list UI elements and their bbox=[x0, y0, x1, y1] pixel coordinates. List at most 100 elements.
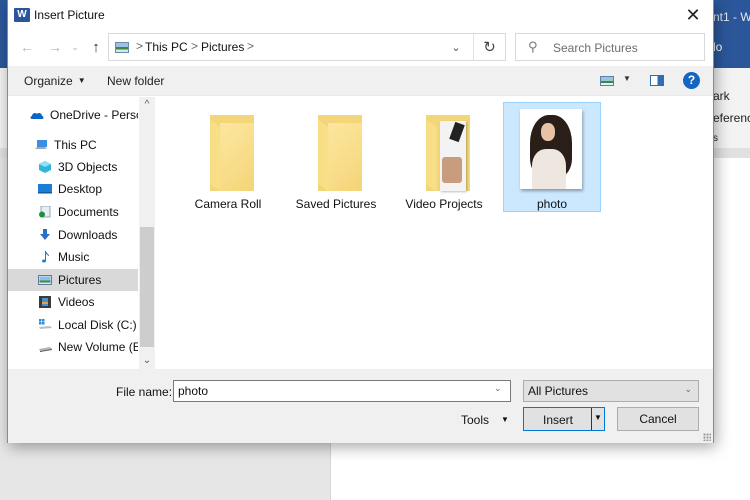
word-ribbon-fragment: eferenc bbox=[713, 111, 750, 125]
refresh-button[interactable]: ↻ bbox=[473, 34, 505, 60]
folder-icon bbox=[210, 115, 254, 191]
command-toolbar: Organize ▼ New folder ▼ ? bbox=[8, 66, 713, 96]
new-folder-button[interactable]: New folder bbox=[107, 74, 164, 88]
sidebar-item-label: Pictures bbox=[58, 273, 102, 287]
local-disk-icon bbox=[39, 319, 52, 329]
sidebar-item-documents[interactable]: Documents bbox=[8, 201, 138, 223]
file-item-label: Camera Roll bbox=[194, 197, 262, 211]
tools-button[interactable]: Tools ▼ bbox=[461, 413, 509, 427]
scrollbar-thumb[interactable] bbox=[140, 227, 154, 347]
view-options-caret-icon[interactable]: ▼ bbox=[623, 74, 631, 83]
sidebar-item-label: Downloads bbox=[58, 228, 118, 242]
sidebar-item-label: OneDrive - Personal bbox=[50, 108, 138, 122]
sidebar-item-label: Documents bbox=[58, 205, 119, 219]
sidebar-item-downloads[interactable]: Downloads bbox=[8, 224, 138, 246]
this-pc-icon bbox=[35, 140, 47, 149]
3d-objects-icon bbox=[39, 161, 51, 173]
split-divider bbox=[591, 408, 592, 430]
recent-locations-button[interactable]: ⌄ bbox=[68, 35, 82, 59]
breadcrumb-separator-icon[interactable]: > bbox=[247, 39, 254, 53]
search-icon: ⚲ bbox=[528, 39, 538, 54]
sidebar-scrollbar[interactable]: ^ ⌄ bbox=[139, 97, 155, 369]
word-ribbon-fragment: ark bbox=[713, 89, 730, 103]
address-history-dropdown[interactable]: ⌄ bbox=[441, 34, 471, 60]
folder-with-preview-icon bbox=[426, 115, 470, 191]
insert-button[interactable]: Insert ▼ bbox=[523, 407, 605, 431]
pictures-location-icon bbox=[115, 42, 129, 53]
word-tab-fragment: lo bbox=[713, 40, 723, 54]
navigation-bar: ← → ⌄ ↑ > This PC > Pictures > ⌄ ↻ ⚲ Sea… bbox=[8, 32, 713, 62]
breadcrumb-pictures[interactable]: Pictures bbox=[201, 40, 244, 54]
dialog-title: Insert Picture bbox=[34, 8, 105, 22]
up-button[interactable]: ↑ bbox=[86, 35, 106, 59]
documents-icon bbox=[39, 206, 51, 218]
pictures-icon bbox=[38, 275, 52, 285]
navigation-pane: OneDrive - Personal This PC 3D Objects D… bbox=[8, 97, 155, 369]
insert-options-caret-icon[interactable]: ▼ bbox=[594, 413, 602, 422]
sidebar-item-this-pc[interactable]: This PC bbox=[8, 134, 138, 156]
sidebar-item-label: Desktop bbox=[58, 182, 103, 196]
caret-down-icon: ▼ bbox=[77, 76, 86, 85]
file-item-photo[interactable]: photo bbox=[503, 102, 601, 212]
music-icon bbox=[42, 251, 49, 263]
arrow-up-icon: ↑ bbox=[92, 38, 100, 56]
insert-picture-dialog: W Insert Picture ✕ ← → ⌄ ↑ > This PC > P… bbox=[7, 0, 714, 443]
file-item-video-projects[interactable]: Video Projects bbox=[395, 102, 493, 212]
file-type-value: All Pictures bbox=[528, 384, 589, 398]
word-title-fragment: nt1 - W bbox=[713, 10, 750, 24]
back-button[interactable]: ← bbox=[16, 35, 38, 59]
close-button[interactable]: ✕ bbox=[673, 0, 713, 30]
organize-label: Organize bbox=[24, 74, 73, 88]
insert-label: Insert bbox=[542, 413, 573, 427]
search-input[interactable]: ⚲ Search Pictures bbox=[515, 33, 705, 61]
sidebar-item-label: Videos bbox=[58, 295, 95, 309]
chevron-down-icon: ⌄ bbox=[684, 384, 692, 394]
file-type-select[interactable]: All Pictures ⌄ bbox=[523, 380, 699, 402]
sidebar-item-local-disk[interactable]: Local Disk (C:) bbox=[8, 314, 138, 336]
sidebar-item-label: 3D Objects bbox=[58, 160, 118, 174]
downloads-icon bbox=[40, 229, 50, 240]
file-name-input[interactable] bbox=[173, 380, 511, 402]
sidebar-item-label: Local Disk (C:) bbox=[58, 318, 137, 332]
organize-button[interactable]: Organize ▼ bbox=[24, 74, 86, 88]
address-bar[interactable]: > This PC > Pictures > ⌄ ↻ bbox=[108, 33, 506, 61]
sidebar-item-label: Music bbox=[58, 250, 90, 264]
sidebar-item-label: This PC bbox=[54, 138, 97, 152]
onedrive-cloud-icon bbox=[30, 112, 44, 119]
sidebar-item-pictures[interactable]: Pictures bbox=[8, 269, 138, 291]
sidebar-item-videos[interactable]: Videos bbox=[8, 291, 138, 313]
video-preview-thumbnail bbox=[440, 121, 466, 191]
file-name-dropdown-icon[interactable]: ⌄ bbox=[494, 383, 502, 394]
sidebar-item-music[interactable]: Music bbox=[8, 246, 138, 268]
sidebar-item-3d-objects[interactable]: 3D Objects bbox=[8, 156, 138, 178]
forward-button[interactable]: → bbox=[44, 35, 66, 59]
desktop-icon bbox=[38, 184, 52, 194]
scroll-down-icon[interactable]: ⌄ bbox=[139, 353, 155, 369]
chevron-down-icon: ⌄ bbox=[451, 41, 461, 54]
cancel-button[interactable]: Cancel bbox=[617, 407, 699, 431]
breadcrumb-this-pc[interactable]: This PC bbox=[145, 40, 188, 54]
refresh-icon: ↻ bbox=[483, 39, 496, 56]
dialog-titlebar: W Insert Picture ✕ bbox=[8, 0, 713, 30]
arrow-right-icon: → bbox=[48, 39, 62, 55]
file-item-label: photo bbox=[536, 197, 568, 211]
change-view-icon[interactable] bbox=[600, 76, 614, 86]
arrow-left-icon: ← bbox=[20, 39, 34, 55]
sidebar-item-label: New Volume (E:) bbox=[58, 340, 138, 354]
search-placeholder: Search Pictures bbox=[553, 41, 638, 55]
scroll-up-icon[interactable]: ^ bbox=[139, 97, 155, 113]
folder-icon bbox=[318, 115, 362, 191]
help-icon[interactable]: ? bbox=[683, 72, 700, 89]
sidebar-item-desktop[interactable]: Desktop bbox=[8, 178, 138, 200]
word-app-icon: W bbox=[14, 8, 30, 22]
drive-icon bbox=[39, 347, 52, 352]
file-item-saved-pictures[interactable]: Saved Pictures bbox=[287, 102, 385, 212]
sidebar-item-onedrive[interactable]: OneDrive - Personal bbox=[8, 104, 138, 126]
file-item-camera-roll[interactable]: Camera Roll bbox=[179, 102, 277, 212]
resize-grip-icon[interactable] bbox=[703, 433, 711, 441]
file-item-label: Saved Pictures bbox=[295, 197, 377, 211]
tools-label: Tools bbox=[461, 413, 490, 427]
sidebar-item-new-volume[interactable]: New Volume (E:) bbox=[8, 336, 138, 358]
breadcrumb-separator-icon[interactable]: > bbox=[191, 39, 198, 53]
preview-pane-icon[interactable] bbox=[650, 75, 664, 86]
